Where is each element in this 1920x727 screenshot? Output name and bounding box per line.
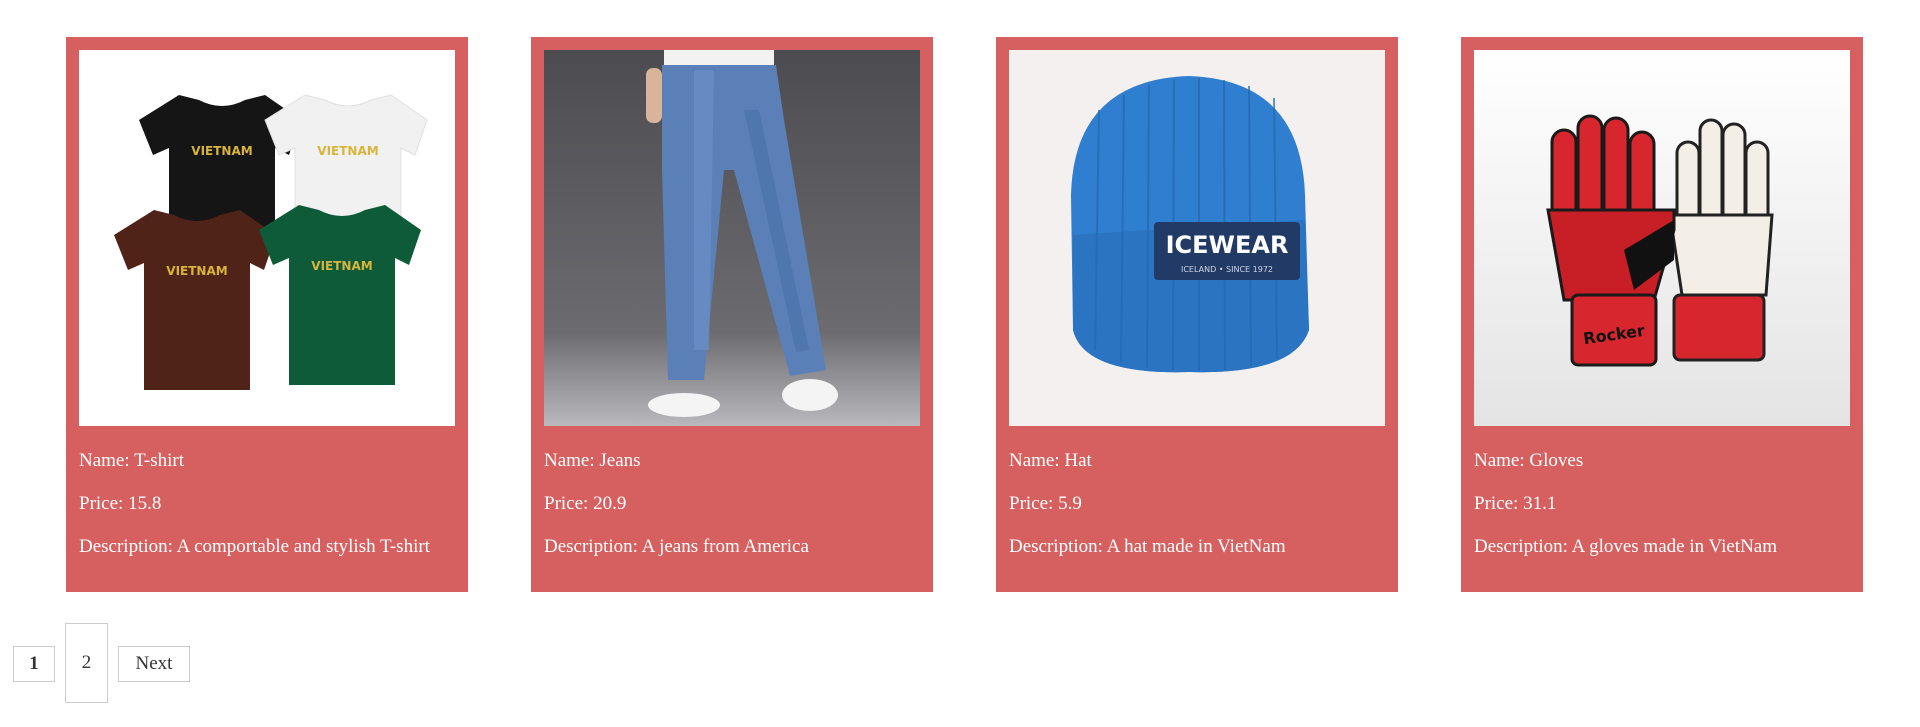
tshirt-print-text: VIETNAM <box>191 144 252 158</box>
product-name: Name: Hat <box>1009 450 1092 471</box>
tshirt-print-text: VIETNAM <box>166 264 227 278</box>
product-image-hat[interactable]: ICEWEAR ICELAND • SINCE 1972 <box>1009 50 1385 426</box>
tshirt-print-text: VIETNAM <box>317 144 378 158</box>
product-card[interactable]: VIETNAM VIETNAM VIETNAM VIETNAM Name: T-… <box>66 37 468 592</box>
product-grid: VIETNAM VIETNAM VIETNAM VIETNAM Name: T-… <box>66 37 1866 592</box>
product-description: Description: A jeans from America <box>544 536 809 557</box>
hat-sub-text: ICELAND • SINCE 1972 <box>1181 265 1273 274</box>
hat-brand-text: ICEWEAR <box>1166 231 1289 259</box>
product-name: Name: Jeans <box>544 450 641 471</box>
product-card[interactable]: ICEWEAR ICELAND • SINCE 1972 Name: Hat P… <box>996 37 1398 592</box>
next-page-button[interactable]: Next <box>118 646 190 682</box>
page-2-button[interactable]: 2 <box>65 623 108 703</box>
product-name: Name: Gloves <box>1474 450 1584 471</box>
product-name: Name: T-shirt <box>79 450 185 471</box>
product-price: Price: 15.8 <box>79 493 162 514</box>
product-image-gloves[interactable]: Rocker <box>1474 50 1850 426</box>
product-card[interactable]: Name: Jeans Price: 20.9 Description: A j… <box>531 37 933 592</box>
product-image-jeans[interactable] <box>544 50 920 426</box>
product-info: Name: T-shirt Price: 15.8 Description: A… <box>79 449 460 578</box>
product-image-tshirt[interactable]: VIETNAM VIETNAM VIETNAM VIETNAM <box>79 50 455 426</box>
product-info: Name: Hat Price: 5.9 Description: A hat … <box>1009 449 1390 578</box>
page-1-button[interactable]: 1 <box>13 646 55 682</box>
product-price: Price: 5.9 <box>1009 493 1082 514</box>
product-price: Price: 20.9 <box>544 493 627 514</box>
product-info: Name: Jeans Price: 20.9 Description: A j… <box>544 449 925 578</box>
product-description: Description: A hat made in VietNam <box>1009 536 1286 557</box>
product-description: Description: A comportable and stylish T… <box>79 536 430 557</box>
product-description: Description: A gloves made in VietNam <box>1474 536 1778 557</box>
product-price: Price: 31.1 <box>1474 493 1557 514</box>
product-card[interactable]: Rocker Name: Gloves Price: 31.1 Descript… <box>1461 37 1863 592</box>
tshirt-print-text: VIETNAM <box>311 259 372 273</box>
product-info: Name: Gloves Price: 31.1 Description: A … <box>1474 449 1855 578</box>
